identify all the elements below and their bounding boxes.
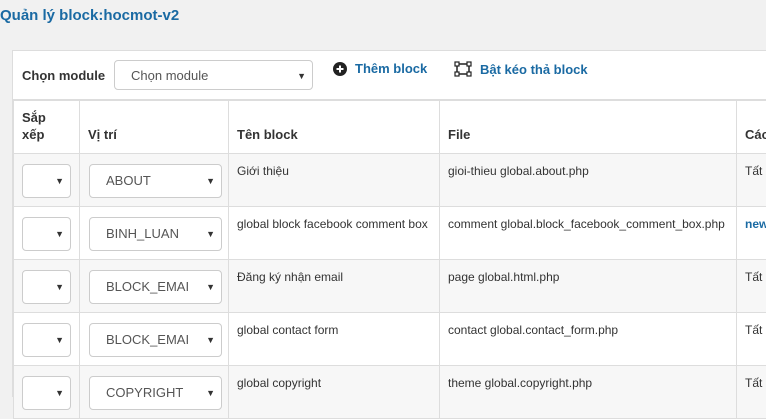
block-file: gioi-thieu global.about.php (448, 162, 730, 180)
block-file: comment global.block_facebook_comment_bo… (448, 215, 730, 233)
add-block-button[interactable]: Thêm block (333, 61, 427, 76)
row-position-select[interactable]: COPYRIGHT▼ (89, 376, 222, 410)
table-row: ▼ BINH_LUAN▼ global block facebook comme… (14, 207, 766, 260)
chevron-down-icon: ▼ (206, 165, 215, 197)
chevron-down-icon: ▼ (55, 165, 64, 197)
row-position-select[interactable]: BINH_LUAN▼ (89, 217, 222, 251)
table-row: ▼ ABOUT▼ Giới thiệu gioi-thieu global.ab… (14, 154, 766, 207)
chevron-down-icon: ▼ (206, 377, 215, 409)
block-file: contact global.contact_form.php (448, 321, 730, 339)
block-action[interactable]: Tất (745, 268, 766, 286)
plus-circle-icon (333, 62, 347, 76)
module-select-value: Chọn module (131, 61, 208, 91)
block-action[interactable]: Tất (745, 321, 766, 339)
block-name: Đăng ký nhận email (237, 268, 433, 286)
block-name: global block facebook comment box (237, 215, 433, 233)
block-action[interactable]: Tất (745, 374, 766, 392)
module-select[interactable]: Chọn module ▼ (114, 60, 313, 90)
table-row: ▼ BLOCK_EMAI▼ global contact form contac… (14, 313, 766, 366)
row-sort-select[interactable]: ▼ (22, 217, 71, 251)
row-sort-select[interactable]: ▼ (22, 376, 71, 410)
header-action[interactable]: Các (737, 101, 766, 154)
chevron-down-icon: ▼ (55, 271, 64, 303)
toolbar: Chọn module Chọn module ▼ Thêm block Bật… (13, 51, 766, 100)
header-file[interactable]: File (440, 101, 737, 154)
block-action[interactable]: Tất (745, 162, 766, 180)
chevron-down-icon: ▼ (206, 271, 215, 303)
block-name: global copyright (237, 374, 433, 392)
row-sort-select[interactable]: ▼ (22, 164, 71, 198)
block-name: Giới thiệu (237, 162, 433, 180)
drag-mode-button[interactable]: Bật kéo thả block (454, 61, 588, 77)
drag-frame-icon (454, 61, 472, 77)
blocks-table: Sắp xếp Vị trí Tên block File Các ▼ ABOU… (13, 100, 766, 419)
chevron-down-icon: ▼ (55, 377, 64, 409)
row-sort-select[interactable]: ▼ (22, 323, 71, 357)
table-row: ▼ COPYRIGHT▼ global copyright theme glob… (14, 366, 766, 419)
table-header-row: Sắp xếp Vị trí Tên block File Các (14, 101, 766, 154)
block-action[interactable]: new (745, 215, 766, 233)
row-sort-select[interactable]: ▼ (22, 270, 71, 304)
chevron-down-icon: ▼ (55, 324, 64, 356)
table-row: ▼ BLOCK_EMAI▼ Đăng ký nhận email page gl… (14, 260, 766, 313)
chevron-down-icon: ▼ (206, 324, 215, 356)
block-file: theme global.copyright.php (448, 374, 730, 392)
page-title: Quản lý block:hocmot-v2 (0, 7, 179, 24)
module-select-label: Chọn module (22, 68, 105, 83)
row-position-select[interactable]: BLOCK_EMAI▼ (89, 270, 222, 304)
blocks-panel: Chọn module Chọn module ▼ Thêm block Bật… (12, 50, 766, 397)
drag-mode-label: Bật kéo thả block (480, 62, 588, 77)
row-position-select[interactable]: ABOUT▼ (89, 164, 222, 198)
header-sort[interactable]: Sắp xếp (14, 101, 80, 154)
row-position-select[interactable]: BLOCK_EMAI▼ (89, 323, 222, 357)
chevron-down-icon: ▼ (55, 218, 64, 250)
chevron-down-icon: ▼ (297, 61, 306, 91)
block-file: page global.html.php (448, 268, 730, 286)
chevron-down-icon: ▼ (206, 218, 215, 250)
header-position[interactable]: Vị trí (80, 101, 229, 154)
header-name[interactable]: Tên block (229, 101, 440, 154)
block-name: global contact form (237, 321, 433, 339)
add-block-label: Thêm block (355, 61, 427, 76)
